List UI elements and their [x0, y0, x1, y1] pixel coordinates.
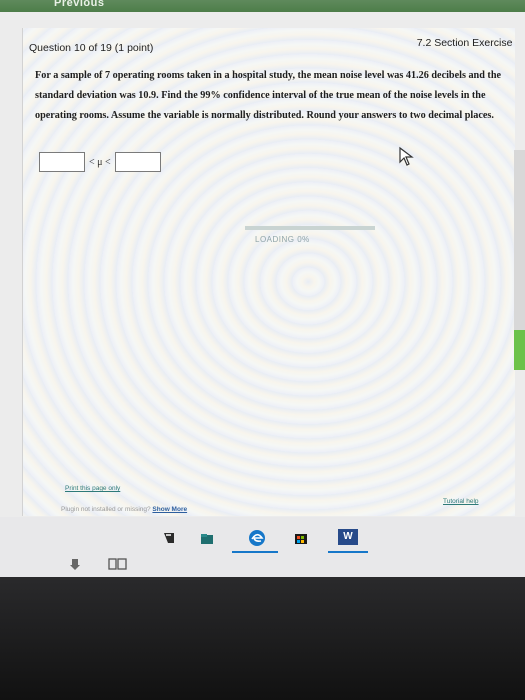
question-header: Question 10 of 19 (1 point) — [29, 42, 154, 54]
loading-bar — [245, 226, 375, 230]
tablet-mode-icon[interactable] — [108, 557, 128, 571]
tutorial-help-link[interactable]: Tutorial help — [443, 498, 479, 505]
back-icon[interactable] — [162, 531, 176, 545]
word-icon[interactable]: W — [338, 529, 358, 545]
show-more-link[interactable]: Show More — [152, 506, 187, 513]
top-nav-bar: Previous — [0, 0, 525, 12]
green-side-tab[interactable] — [514, 330, 525, 370]
previous-button[interactable]: Previous — [54, 0, 104, 9]
word-active-indicator — [328, 551, 368, 553]
question-content: Question 10 of 19 (1 point) 7.2 Section … — [22, 28, 515, 516]
browser-active-indicator — [232, 551, 278, 553]
monitor-bezel — [0, 577, 525, 700]
lower-bound-input[interactable] — [39, 152, 85, 172]
plugins-notice: Plugin not installed or missing? Show Mo… — [61, 506, 187, 513]
plugins-text: Plugin not installed or missing? — [61, 506, 151, 513]
section-label: 7.2 Section Exercise 16 — [416, 37, 515, 49]
taskbar: W — [0, 517, 525, 577]
question-text: For a sample of 7 operating rooms taken … — [35, 70, 502, 121]
browser-icon[interactable] — [248, 529, 266, 547]
mouse-cursor-icon — [399, 146, 414, 166]
touch-keyboard-icon[interactable] — [68, 557, 82, 571]
file-manager-icon[interactable] — [200, 532, 214, 546]
question-panel: Question 10 of 19 (1 point) 7.2 Section … — [0, 12, 525, 517]
print-page-link[interactable]: Print this page only — [65, 485, 120, 492]
inequality-label: < μ < — [89, 156, 111, 168]
answer-row: < μ < — [39, 152, 161, 172]
loading-text: LOADING 0% — [255, 235, 310, 244]
upper-bound-input[interactable] — [114, 152, 161, 172]
store-icon[interactable] — [293, 530, 309, 546]
